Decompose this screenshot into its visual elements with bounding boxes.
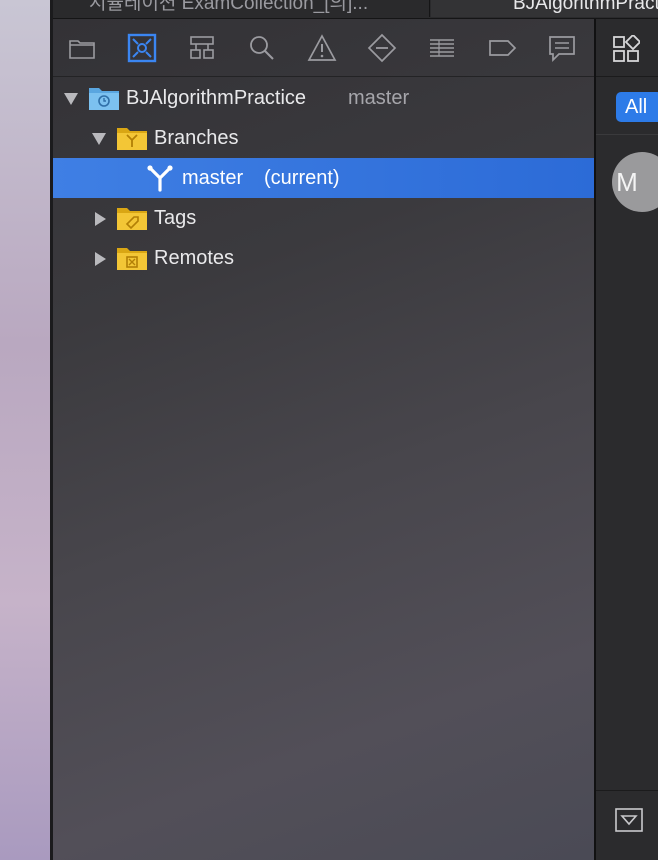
source-control-navigator: BJAlgorithmPractice master Branches mast… — [53, 19, 594, 860]
current-branch-name: master — [182, 167, 244, 189]
disclosure-expanded-icon[interactable] — [91, 131, 107, 147]
hierarchy-icon[interactable] — [187, 33, 217, 63]
branches-label: Branches — [154, 127, 239, 149]
tree-row-remotes[interactable]: Remotes — [53, 238, 594, 278]
debug-icon[interactable] — [427, 33, 457, 63]
screen: 시뮬레이션 ExamCollection_[의]... BJAlgorithmP… — [0, 0, 658, 860]
filter-toggle-icon[interactable] — [614, 806, 644, 834]
tags-folder-icon — [116, 204, 148, 232]
tab-bjalgorithmpractice[interactable]: BJAlgorithmPractice — [431, 0, 658, 17]
all-filter-button[interactable]: All — [616, 92, 658, 122]
disclosure-collapsed-icon[interactable] — [92, 251, 108, 267]
tab-label: 시뮬레이션 ExamCollection_[의]... — [89, 0, 369, 14]
tab-exam-collection[interactable]: 시뮬레이션 ExamCollection_[의]... — [53, 0, 430, 17]
repository-folder-icon — [88, 84, 120, 112]
editor-pane: All M — [594, 19, 658, 860]
avatar: M — [612, 152, 658, 212]
remotes-folder-icon — [116, 244, 148, 272]
remotes-label: Remotes — [154, 247, 235, 269]
editor-filter-bar: All — [596, 77, 658, 135]
source-control-icon[interactable] — [127, 33, 157, 63]
test-icon[interactable] — [367, 33, 397, 63]
disclosure-expanded-icon[interactable] — [63, 91, 79, 107]
tree-row-tags[interactable]: Tags — [53, 198, 594, 238]
warning-icon[interactable] — [307, 33, 337, 63]
editor-toolbar — [596, 19, 658, 77]
tree-row-branches[interactable]: Branches — [53, 118, 594, 158]
navigator-toolbar — [53, 19, 594, 77]
tree-row-repository[interactable]: BJAlgorithmPractice master — [53, 78, 594, 118]
branches-folder-icon — [116, 124, 148, 152]
branch-icon — [144, 164, 176, 192]
search-icon[interactable] — [247, 33, 277, 63]
tab-bar: 시뮬레이션 ExamCollection_[의]... BJAlgorithmP… — [53, 0, 658, 19]
breakpoint-icon[interactable] — [487, 33, 517, 63]
grid-icon[interactable] — [612, 35, 640, 63]
folder-icon[interactable] — [67, 33, 97, 63]
repository-name: BJAlgorithmPractice — [126, 87, 307, 109]
editor-bottom-bar — [596, 790, 658, 860]
disclosure-collapsed-icon[interactable] — [92, 211, 108, 227]
current-branch-suffix: (current) — [264, 167, 340, 189]
tags-label: Tags — [154, 207, 197, 229]
tab-label: BJAlgorithmPractice — [513, 0, 658, 14]
report-icon[interactable] — [547, 33, 577, 63]
desktop-background — [0, 0, 52, 860]
tree-row-current-branch[interactable]: master (current) — [53, 158, 594, 198]
repository-branch: master — [348, 87, 410, 109]
